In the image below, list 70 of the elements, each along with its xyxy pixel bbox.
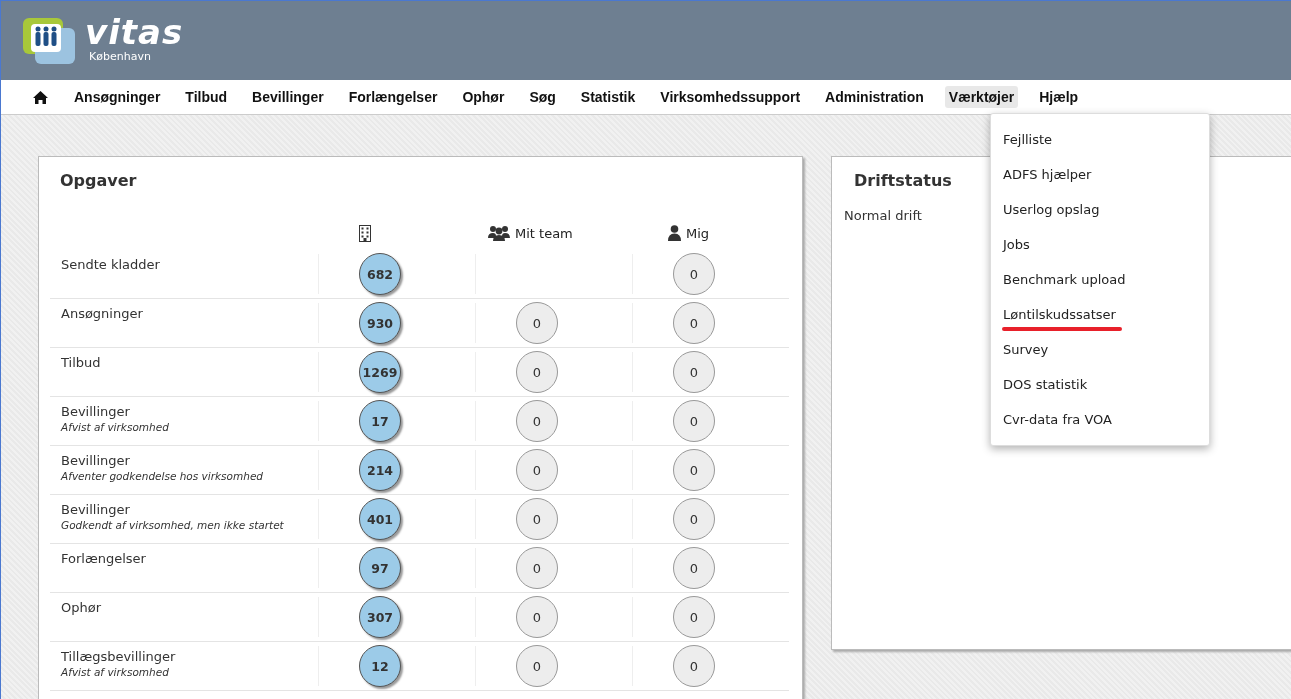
count-badge[interactable]: 0 bbox=[516, 302, 558, 344]
task-note: Afvist af virksomhed bbox=[61, 666, 170, 678]
nav-item[interactable]: Administration bbox=[821, 86, 928, 108]
menu-item[interactable]: ADFS hjælper bbox=[1003, 167, 1092, 182]
count-badge[interactable]: 401 bbox=[359, 498, 401, 540]
count-badge[interactable]: 0 bbox=[516, 351, 558, 393]
group-icon bbox=[488, 225, 510, 241]
task-label: Bevillinger bbox=[61, 502, 131, 517]
menu-item[interactable]: Fejlliste bbox=[1003, 132, 1053, 147]
person-icon bbox=[668, 225, 681, 241]
menu-item[interactable]: Userlog opslag bbox=[1003, 202, 1100, 217]
nav-item[interactable]: Hjælp bbox=[1035, 86, 1083, 108]
menu-item[interactable]: Løntilskudssatser bbox=[1003, 307, 1116, 322]
menu-item[interactable]: Survey bbox=[1003, 342, 1049, 357]
menu-item[interactable]: Cvr-data fra VOA bbox=[1003, 412, 1112, 427]
status-text: Normal drift bbox=[844, 208, 922, 223]
task-label: Ansøgninger bbox=[61, 306, 144, 321]
count-badge[interactable]: 0 bbox=[673, 351, 715, 393]
count-badge[interactable]: 1269 bbox=[359, 351, 401, 393]
task-label: Bevillinger bbox=[61, 404, 131, 419]
menu-item[interactable]: DOS statistik bbox=[1003, 377, 1088, 392]
task-label: Bevillinger bbox=[61, 453, 131, 468]
column-header: Mit team bbox=[515, 225, 573, 241]
nav-item[interactable]: Værktøjer bbox=[944, 86, 1019, 108]
nav-item[interactable]: Tilbud bbox=[181, 86, 232, 108]
count-badge[interactable]: 0 bbox=[673, 302, 715, 344]
nav-item[interactable]: Bevillinger bbox=[248, 86, 328, 108]
count-badge[interactable]: 0 bbox=[673, 498, 715, 540]
count-badge[interactable]: 0 bbox=[673, 596, 715, 638]
task-note: Afvist af virksomhed bbox=[61, 421, 170, 433]
count-badge[interactable]: 214 bbox=[359, 449, 401, 491]
count-badge[interactable]: 0 bbox=[673, 449, 715, 491]
panel-title: Driftstatus bbox=[854, 171, 952, 190]
logo-subtitle: København bbox=[89, 49, 152, 63]
count-badge[interactable]: 930 bbox=[359, 302, 401, 344]
nav-item[interactable]: Ansøgninger bbox=[70, 86, 165, 108]
task-label: Tilbud bbox=[61, 355, 102, 370]
count-badge[interactable]: 17 bbox=[359, 400, 401, 442]
logo-name: vitas bbox=[85, 13, 184, 50]
nav-item[interactable]: Virksomhedssupport bbox=[656, 86, 805, 108]
count-badge[interactable]: 682 bbox=[359, 253, 401, 295]
count-badge[interactable]: 0 bbox=[516, 449, 558, 491]
count-badge[interactable]: 307 bbox=[359, 596, 401, 638]
count-badge[interactable]: 0 bbox=[673, 253, 715, 295]
building-icon bbox=[359, 224, 371, 242]
nav-item[interactable]: Statistik bbox=[576, 86, 640, 108]
count-badge[interactable]: 0 bbox=[673, 547, 715, 589]
count-badge[interactable]: 0 bbox=[516, 400, 558, 442]
nav-item[interactable]: Forlængelser bbox=[344, 86, 442, 108]
task-label: Forlængelser bbox=[61, 551, 147, 566]
home-icon[interactable] bbox=[33, 90, 48, 104]
count-badge[interactable]: 0 bbox=[516, 596, 558, 638]
column-header: Mig bbox=[686, 225, 710, 241]
count-badge[interactable]: 0 bbox=[673, 400, 715, 442]
menu-item[interactable]: Jobs bbox=[1003, 237, 1030, 252]
count-badge[interactable]: 12 bbox=[359, 645, 401, 687]
task-label: Ophør bbox=[61, 600, 103, 615]
task-note: Afventer godkendelse hos virksomhed bbox=[61, 470, 265, 482]
count-badge[interactable]: 97 bbox=[359, 547, 401, 589]
task-label: Tillægsbevillinger bbox=[61, 649, 177, 664]
menu-item[interactable]: Benchmark upload bbox=[1003, 272, 1126, 287]
nav-item[interactable]: Ophør bbox=[458, 86, 509, 108]
nav-item[interactable]: Søg bbox=[525, 86, 560, 108]
count-badge[interactable]: 0 bbox=[516, 645, 558, 687]
count-badge[interactable]: 0 bbox=[673, 645, 715, 687]
task-note: Godkendt af virksomhed, men ikke startet bbox=[61, 519, 285, 531]
task-label: Sendte kladder bbox=[61, 257, 161, 272]
panel-title: Opgaver bbox=[60, 171, 137, 190]
count-badge[interactable]: 0 bbox=[516, 547, 558, 589]
count-badge[interactable]: 0 bbox=[516, 498, 558, 540]
